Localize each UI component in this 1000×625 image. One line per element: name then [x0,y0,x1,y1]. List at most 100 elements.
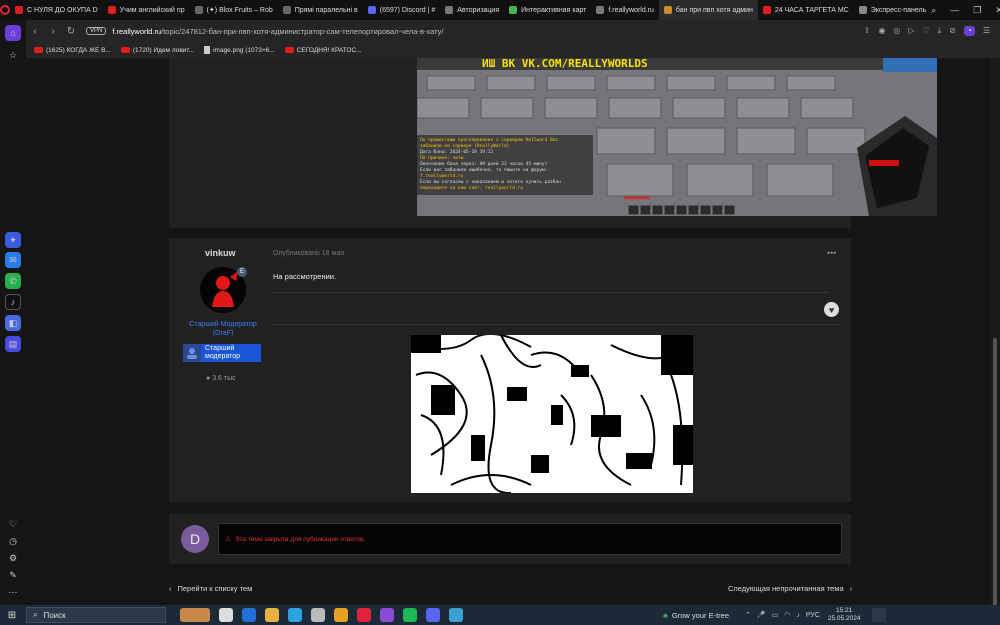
tab-favicon-icon [194,6,203,14]
easy-setup-icon[interactable]: ☰ [983,26,990,36]
telegram-icon[interactable] [288,608,302,622]
sketch-art [411,335,693,493]
bookmark-item[interactable]: (1625) КОГДА ЖЕ В... [34,47,111,54]
battery-icon[interactable]: ▭ [772,611,779,619]
speed-dial-icon[interactable]: ☆ [5,47,21,63]
back-icon[interactable]: ‹ [26,26,44,37]
language-indicator[interactable]: РУС [806,612,820,619]
page-scrollbar[interactable] [990,58,1000,608]
tab[interactable]: f.reallyworld.ru [591,0,659,20]
volume-icon[interactable]: ♪ [796,612,800,619]
vpn-badge[interactable]: VPN [86,27,107,35]
windows-start-icon[interactable]: ⊞ [2,610,22,621]
opera-icon[interactable] [357,608,371,622]
more-icon[interactable]: ⋯ [5,584,21,600]
explorer-icon[interactable] [265,608,279,622]
user-avatar[interactable]: D [181,525,209,553]
roblox-icon[interactable] [311,608,325,622]
bookmark-item[interactable]: image.png (1073×6... [204,46,275,54]
tab[interactable]: (6597) Discord | # [363,0,441,20]
search-icon: ⌕ [33,610,38,619]
widget-tree[interactable]: ♣ Grow your E-tree [663,611,729,620]
favorite-icon[interactable]: ♡ [923,26,930,36]
tab-label: Авторизация [457,6,500,14]
history-icon[interactable]: ◷ [5,533,21,549]
tab[interactable]: Экспресс-панель [854,0,932,20]
image-file-icon [204,46,211,54]
network-icon[interactable]: ◠ [784,611,790,619]
chevron-left-icon: ‹ [169,584,172,593]
url-field[interactable]: f.reallyworld.ru/topic/247812-бан-при-пв… [112,27,443,36]
next-topic-link[interactable]: Следующая непрочитанная тема › [728,584,852,593]
address-actions: ⇪ ◉ ◎ ▷ ♡ ⤓ ⊘ ◔ ☰ [864,26,1000,36]
chrome-icon[interactable] [334,608,348,622]
extensions-icon[interactable]: ◎ [893,26,900,36]
tab[interactable]: Учим английский пр [103,0,190,20]
app-blue-icon[interactable] [449,608,463,622]
search-highlight-icon[interactable] [180,608,210,622]
home-icon[interactable]: ⌂ [5,25,21,41]
signature-image [411,335,693,493]
search-tabs-icon[interactable]: ⌕ [931,5,936,16]
tab[interactable]: Прямі паралельні в [278,0,363,20]
tab[interactable]: 24 ЧАСА ТАРГЕТА МС [758,0,854,20]
download-icon[interactable]: ⤓ [938,26,942,36]
reload-icon[interactable]: ↻ [62,26,80,37]
tab-label: Прямі паралельні в [294,6,358,14]
crypto-wallet-icon[interactable]: ◧ [5,315,21,331]
share-icon[interactable]: ⇪ [864,26,871,36]
tiktok-icon[interactable]: ♪ [5,294,21,310]
settings-icon[interactable]: ⚙ [5,550,21,566]
previous-post: ИШ ВК VK.COM/REALLYWORLDS По прошествию … [169,58,937,228]
post-date[interactable]: Опубликовано 18 мая [273,250,344,257]
spotify-icon[interactable] [403,608,417,622]
notifications-icon[interactable] [872,608,887,622]
edge-icon[interactable] [242,608,256,622]
scroll-thumb[interactable] [993,338,997,608]
tab[interactable]: Авторизация [440,0,504,20]
window-controls: ⌕ — ❐ ✕ [931,5,1000,16]
tab-bar: С НУЛЯ ДО ОКУПА D Учим английский пр (✦) B… [0,0,1000,20]
snapshot-icon[interactable]: ◉ [878,26,885,36]
tab[interactable]: Интерактивная карт [504,0,591,20]
clock[interactable]: 15:21 25.05.2024 [828,607,861,623]
player-control-icon[interactable]: ▷ [908,26,914,36]
app-purple-icon[interactable] [380,608,394,622]
tab[interactable]: бан при пвп хотя админ [658,0,758,20]
tips-icon[interactable]: ✎ [5,567,21,583]
tab-label: f.reallyworld.ru [608,6,654,14]
post-menu-icon[interactable]: ••• [827,248,836,258]
bookmark-item[interactable]: СЕГОДНЯ! КРАТОС... [284,47,362,54]
tray-chevron-icon[interactable]: ⌃ [745,611,751,619]
taskbar-apps [180,608,463,622]
mic-icon[interactable]: 🎤 [757,611,766,619]
like-button[interactable]: ♥ [824,302,839,317]
moderator-post: vinkuw E Старший Модератор (OraF) Старши… [169,238,851,502]
heart-icon[interactable]: ♡ [5,516,21,532]
opera-logo-icon[interactable] [0,0,10,20]
forward-icon[interactable]: › [44,26,62,37]
tab-favicon-icon [282,6,291,14]
prev-topic-link[interactable]: ‹ Перейти к списку тем [169,584,252,593]
close-icon[interactable]: ✕ [995,5,1000,16]
taskbar-search[interactable]: ⌕ Поиск [26,607,166,623]
profile-icon[interactable]: ◔ [963,26,975,36]
player-icon[interactable]: ▤ [5,336,21,352]
messenger-icon[interactable]: ✉ [5,252,21,268]
tab[interactable]: С НУЛЯ ДО ОКУПА D [10,0,103,20]
minimize-icon[interactable]: — [950,5,959,16]
bookmark-item[interactable]: (1720) Идем ловит... [120,47,194,54]
task-view-icon[interactable] [219,608,233,622]
tab-favicon-icon [15,6,23,14]
tab-favicon-icon [663,6,672,14]
tab[interactable]: (✦) Blox Fruits – Rob [190,0,278,20]
author-name[interactable]: vinkuw [205,248,236,258]
maximize-icon[interactable]: ❐ [973,5,981,16]
whatsapp-icon[interactable]: ✆ [5,273,21,289]
tab-label: Экспресс-панель [870,6,927,14]
discord-icon[interactable] [426,608,440,622]
adblock-icon[interactable]: ⊘ [949,26,956,36]
windows-taskbar: ⊞ ⌕ Поиск ♣ Grow your E-tree ⌃ 🎤 ▭ ◠ ♪ Р… [0,605,1000,625]
game-screenshot[interactable]: ИШ ВК VK.COM/REALLYWORLDS По прошествию … [417,58,937,216]
aria-icon[interactable]: ✦ [5,232,21,248]
